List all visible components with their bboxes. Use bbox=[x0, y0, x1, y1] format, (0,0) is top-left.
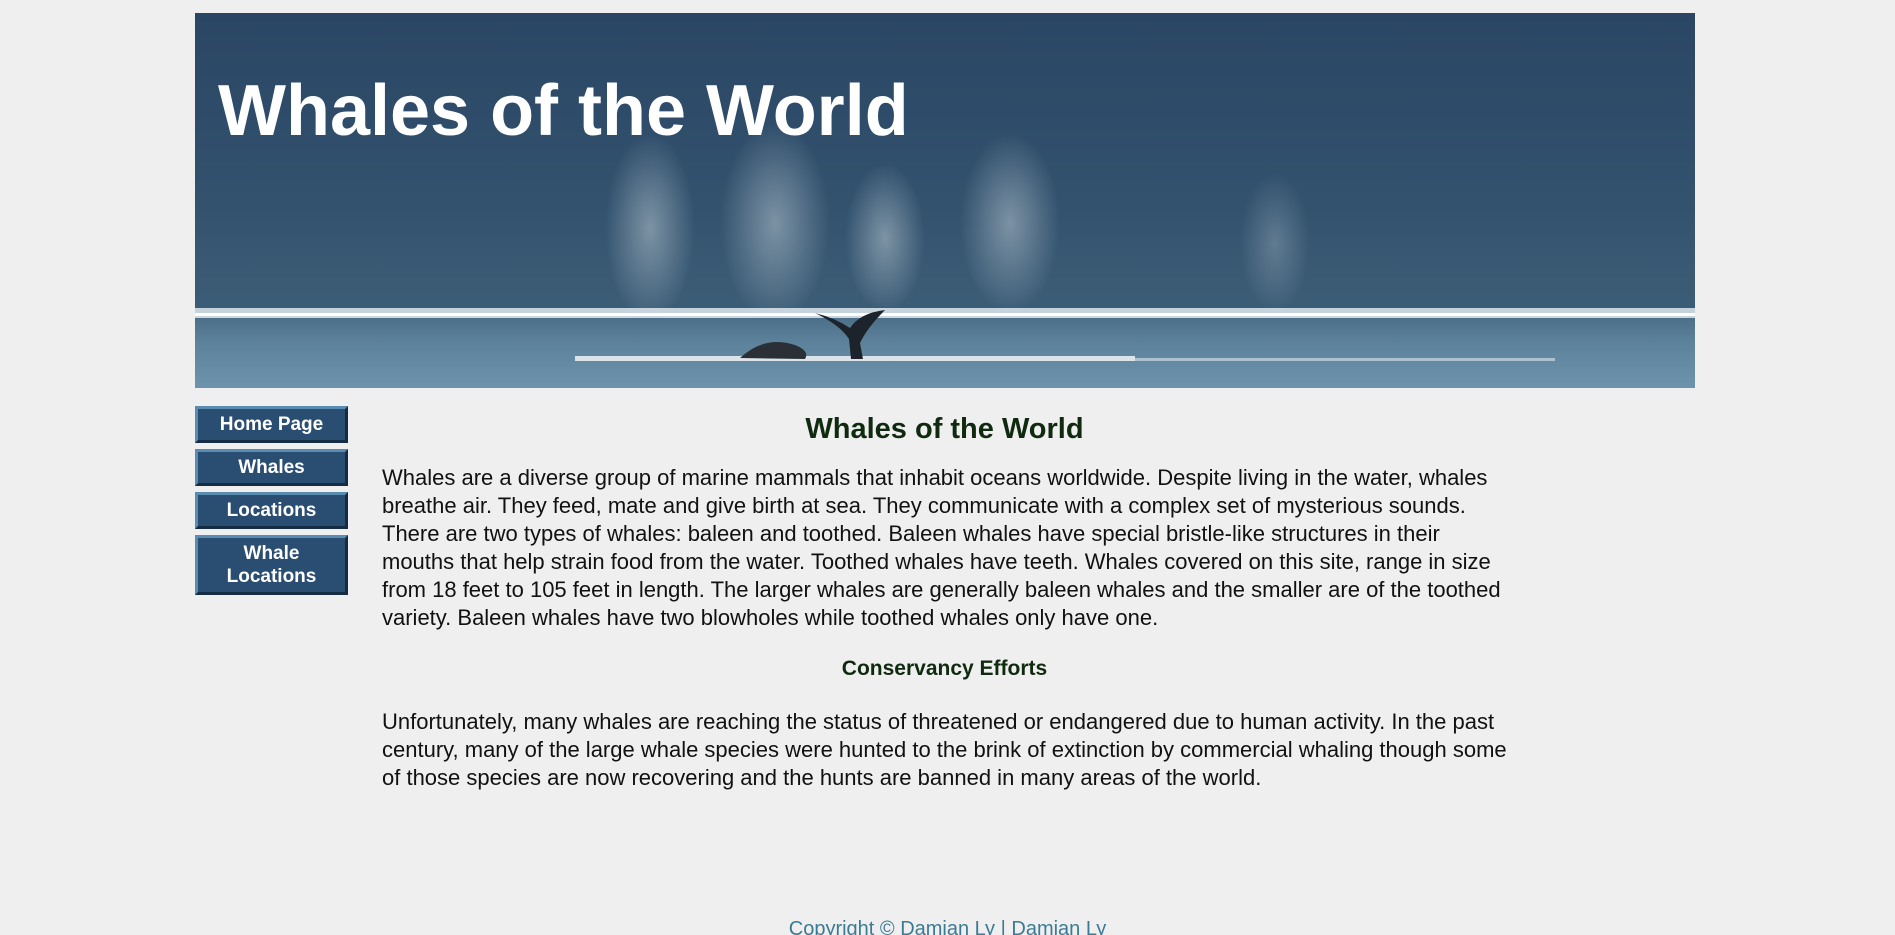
nav-home-page-button[interactable]: Home Page bbox=[195, 406, 348, 443]
nav-locations-button[interactable]: Locations bbox=[195, 492, 348, 529]
page-title: Whales of the World bbox=[805, 413, 1084, 445]
whale-tail-photo bbox=[195, 123, 1695, 388]
page: Whales of the World Home Page Whales Loc… bbox=[0, 0, 1895, 935]
footer-separator: | bbox=[995, 918, 1012, 935]
author-link-1[interactable]: Damian Ly bbox=[900, 918, 995, 935]
conservancy-paragraph: Unfortunately, many whales are reaching … bbox=[382, 709, 1507, 790]
sidebar-nav: Home Page Whales Locations Whale Locatio… bbox=[195, 406, 348, 601]
conservancy-heading: Conservancy Efforts bbox=[841, 657, 1048, 680]
nav-whale-locations-button[interactable]: Whale Locations bbox=[195, 535, 348, 595]
nav-whales-button[interactable]: Whales bbox=[195, 449, 348, 486]
banner-title: Whales of the World bbox=[218, 71, 909, 151]
intro-paragraph: Whales are a diverse group of marine mam… bbox=[382, 465, 1501, 630]
footer: Copyright © Damian Ly | Damian Ly bbox=[0, 917, 1895, 935]
copyright-text: Copyright © bbox=[788, 918, 901, 935]
author-link-2[interactable]: Damian Ly bbox=[1011, 918, 1106, 935]
header-banner: Whales of the World bbox=[195, 13, 1695, 388]
main-content: Whales of the World Whales are a diverse… bbox=[382, 408, 1507, 792]
